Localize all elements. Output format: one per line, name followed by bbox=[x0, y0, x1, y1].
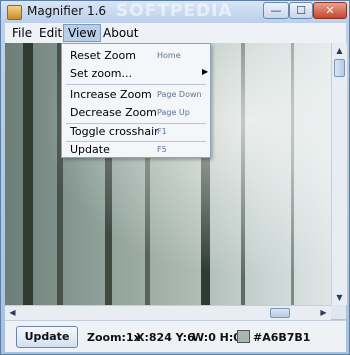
menu-item-reset-zoom[interactable]: Reset Zoom Home bbox=[62, 47, 210, 65]
color-hex-readout: #A6B7B1 bbox=[253, 331, 311, 344]
vertical-scroll-thumb[interactable] bbox=[334, 59, 345, 77]
menu-edit[interactable]: Edit bbox=[35, 25, 66, 41]
menu-separator bbox=[66, 84, 206, 85]
status-bar: Update Zoom:1x X:824 Y:6 W:0 H:0 #A6B7B1 bbox=[5, 320, 346, 352]
scroll-right-icon[interactable]: ▶ bbox=[317, 306, 330, 320]
menu-item-toggle-crosshair[interactable]: Toggle crosshair F1 bbox=[62, 123, 210, 141]
menu-item-label: Reset Zoom bbox=[70, 49, 136, 62]
menu-item-shortcut: Home bbox=[157, 51, 181, 60]
menu-item-shortcut: Page Down bbox=[157, 90, 202, 99]
menu-item-label: Toggle crosshair bbox=[70, 125, 159, 138]
window-title: Magnifier 1.6 bbox=[27, 4, 107, 18]
menu-item-shortcut: F1 bbox=[157, 127, 167, 136]
horizontal-scrollbar[interactable]: ◀ ▶ bbox=[5, 305, 331, 320]
maximize-button[interactable]: ☐ bbox=[289, 2, 313, 19]
menu-item-label: Set zoom... bbox=[70, 67, 132, 80]
menu-about[interactable]: About bbox=[99, 25, 142, 41]
menu-item-decrease-zoom[interactable]: Decrease Zoom Page Up bbox=[62, 104, 210, 122]
menu-item-set-zoom[interactable]: Set zoom... ▶ bbox=[62, 65, 210, 83]
menu-item-label: Update bbox=[70, 143, 110, 156]
color-swatch bbox=[237, 330, 250, 343]
menu-view[interactable]: View bbox=[63, 24, 102, 42]
size-readout: W:0 H:0 bbox=[192, 331, 241, 344]
menu-item-shortcut: F5 bbox=[157, 145, 167, 154]
menu-file[interactable]: File bbox=[8, 25, 36, 41]
menu-item-shortcut: Page Up bbox=[157, 108, 190, 117]
update-button[interactable]: Update bbox=[16, 326, 78, 348]
java-app-icon[interactable] bbox=[7, 5, 22, 20]
scroll-down-icon[interactable]: ▼ bbox=[333, 291, 346, 304]
scroll-up-icon[interactable]: ▲ bbox=[333, 44, 346, 57]
scrollbar-corner bbox=[331, 305, 346, 319]
menu-item-increase-zoom[interactable]: Increase Zoom Page Down bbox=[62, 86, 210, 104]
horizontal-scroll-thumb[interactable] bbox=[270, 308, 290, 318]
minimize-button[interactable]: — bbox=[263, 2, 289, 19]
softpedia-watermark: SOFTPEDIA bbox=[116, 1, 233, 21]
coordinates-readout: X:824 Y:6 bbox=[136, 331, 195, 344]
minimize-icon: — bbox=[270, 4, 282, 17]
vertical-scrollbar[interactable]: ▲ ▼ bbox=[331, 43, 347, 305]
menu-item-label: Increase Zoom bbox=[70, 88, 152, 101]
maximize-icon: ☐ bbox=[296, 4, 306, 17]
submenu-arrow-icon: ▶ bbox=[202, 67, 209, 76]
view-menu-dropdown: Reset Zoom Home Set zoom... ▶ Increase Z… bbox=[61, 43, 211, 158]
scroll-left-icon[interactable]: ◀ bbox=[6, 306, 19, 320]
menu-item-update[interactable]: Update F5 bbox=[62, 141, 210, 159]
menu-bar: File Edit View About bbox=[5, 23, 346, 44]
close-icon: ✕ bbox=[325, 4, 335, 17]
menu-item-label: Decrease Zoom bbox=[70, 106, 157, 119]
title-bar[interactable]: Magnifier 1.6 SOFTPEDIA — ☐ ✕ bbox=[1, 1, 349, 23]
zoom-readout: Zoom:1x bbox=[87, 331, 141, 344]
app-window: Magnifier 1.6 SOFTPEDIA — ☐ ✕ File Edit … bbox=[0, 0, 350, 355]
close-button[interactable]: ✕ bbox=[313, 2, 347, 19]
